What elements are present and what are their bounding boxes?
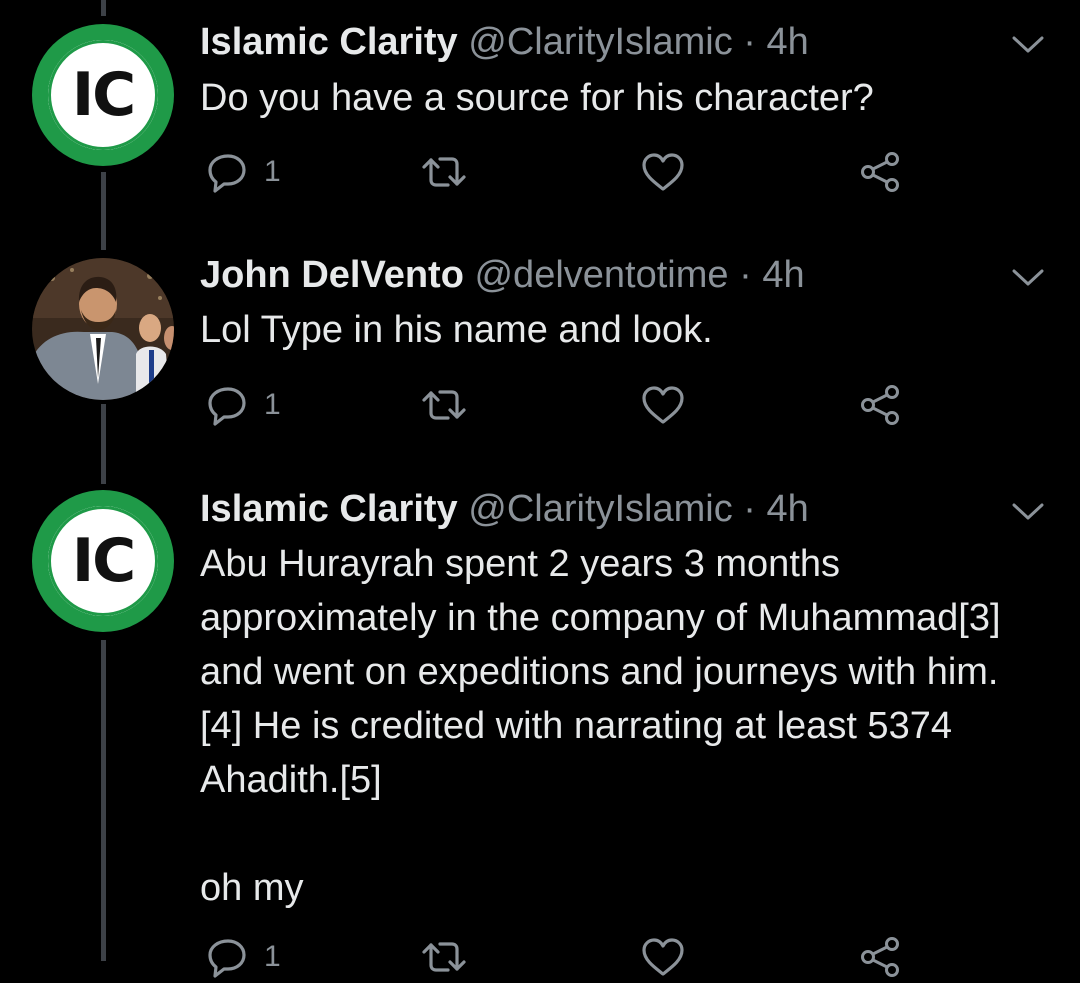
tweet-text: Lol Type in his name and look. (200, 309, 713, 351)
reply-count: 1 (264, 155, 281, 188)
retweet-icon (422, 942, 466, 972)
chevron-down-icon[interactable] (1010, 499, 1046, 523)
like-button[interactable] (640, 383, 686, 427)
heart-icon (642, 938, 684, 976)
reply-button[interactable]: 1 (206, 150, 281, 194)
tweet-3[interactable]: IC Islamic Clarity @ClarityIslamic · 4h … (0, 475, 1080, 978)
avatar-initials: IC (71, 60, 136, 130)
retweet-icon (422, 390, 466, 420)
avatar-initials: IC (71, 526, 136, 596)
reply-button[interactable]: 1 (206, 935, 281, 979)
share-icon (861, 385, 899, 425)
share-icon (861, 152, 899, 192)
author-handle[interactable]: @ClarityIslamic (468, 488, 732, 530)
tweet-2[interactable]: John DelVento @delventotime · 4h Lol Typ… (0, 240, 1080, 475)
separator: · (739, 254, 752, 296)
retweet-button[interactable] (420, 150, 468, 194)
heart-icon (642, 153, 684, 191)
avatar[interactable]: IC (32, 490, 174, 632)
separator: · (743, 21, 756, 63)
avatar[interactable]: IC (32, 24, 174, 166)
share-button[interactable] (858, 383, 904, 427)
profile-photo-icon (32, 258, 174, 400)
tweet-text: Do you have a source for his character? (200, 77, 874, 119)
author-name[interactable]: Islamic Clarity (200, 21, 458, 63)
retweet-icon (422, 157, 466, 187)
reply-icon (208, 939, 246, 978)
share-button[interactable] (858, 150, 904, 194)
tweet-text: Abu Hurayrah spent 2 years 3 months appr… (200, 543, 1001, 909)
separator: · (743, 488, 756, 530)
tweet-header: Islamic Clarity @ClarityIslamic · 4h (200, 20, 809, 64)
chevron-down-icon[interactable] (1010, 265, 1046, 289)
tweet-header: Islamic Clarity @ClarityIslamic · 4h (200, 487, 809, 531)
author-name[interactable]: John DelVento (200, 254, 464, 296)
ic-logo-icon: IC (48, 40, 158, 150)
retweet-button[interactable] (420, 935, 468, 979)
ic-logo-icon: IC (48, 506, 158, 616)
like-button[interactable] (640, 935, 686, 979)
reply-count: 1 (264, 940, 281, 973)
tweet-1[interactable]: IC Islamic Clarity @ClarityIslamic · 4h … (0, 0, 1080, 240)
heart-icon (642, 386, 684, 424)
timestamp[interactable]: 4h (767, 21, 809, 63)
avatar[interactable] (32, 258, 174, 400)
chevron-down-icon[interactable] (1010, 32, 1046, 56)
reply-icon (208, 387, 246, 426)
timestamp[interactable]: 4h (767, 488, 809, 530)
share-icon (861, 937, 899, 977)
retweet-button[interactable] (420, 383, 468, 427)
author-handle[interactable]: @delventotime (474, 254, 728, 296)
reply-count: 1 (264, 388, 281, 421)
share-button[interactable] (858, 935, 904, 979)
author-handle[interactable]: @ClarityIslamic (468, 21, 732, 63)
timestamp[interactable]: 4h (762, 254, 804, 296)
tweet-header: John DelVento @delventotime · 4h (200, 253, 805, 297)
reply-icon (208, 154, 246, 193)
author-name[interactable]: Islamic Clarity (200, 488, 458, 530)
like-button[interactable] (640, 150, 686, 194)
reply-button[interactable]: 1 (206, 383, 281, 427)
